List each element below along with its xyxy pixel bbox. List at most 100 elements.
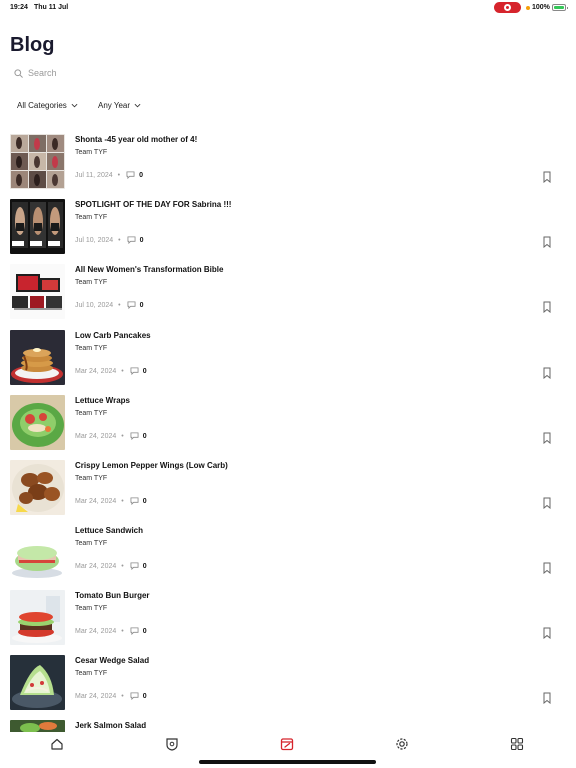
post-thumbnail xyxy=(10,134,65,189)
post-meta: Jul 10, 2024 • 0 xyxy=(75,236,144,244)
post-date: Mar 24, 2024 xyxy=(75,692,117,700)
home-indicator xyxy=(199,760,376,764)
comment-count: 0 xyxy=(139,236,144,244)
post-thumbnail xyxy=(10,395,65,450)
post-date: Mar 24, 2024 xyxy=(75,627,117,635)
post-author: Team TYF xyxy=(75,410,108,417)
comment-count: 0 xyxy=(142,627,147,635)
post-item[interactable]: Crispy Lemon Pepper Wings (Low Carb) Tea… xyxy=(10,460,566,516)
bookmark-icon[interactable] xyxy=(542,497,552,509)
bookmark-icon[interactable] xyxy=(542,301,552,313)
post-title[interactable]: SPOTLIGHT OF THE DAY FOR Sabrina !!! xyxy=(75,200,231,209)
post-author: Team TYF xyxy=(75,149,108,156)
post-author: Team TYF xyxy=(75,279,108,286)
post-item[interactable]: Shonta -45 year old mother of 4! Team TY… xyxy=(10,134,566,190)
home-icon[interactable] xyxy=(49,736,65,752)
post-meta: Mar 24, 2024 • 0 xyxy=(75,627,147,635)
comment-count: 0 xyxy=(142,692,147,700)
bookmark-icon[interactable] xyxy=(542,432,552,444)
blog-icon[interactable] xyxy=(279,736,295,752)
search-input[interactable] xyxy=(28,68,208,78)
year-filter-label: Any Year xyxy=(98,101,131,110)
status-date: Thu 11 Jul xyxy=(34,4,69,11)
post-date: Jul 10, 2024 xyxy=(75,301,114,309)
post-author: Team TYF xyxy=(75,214,108,221)
post-title[interactable]: Lettuce Sandwich xyxy=(75,526,143,535)
post-item[interactable]: All New Women's Transformation Bible Tea… xyxy=(10,264,566,320)
chevron-down-icon xyxy=(134,103,141,108)
post-thumbnail xyxy=(10,330,65,385)
post-item[interactable]: Lettuce Sandwich Team TYF Mar 24, 2024 • … xyxy=(10,525,566,581)
comment-icon xyxy=(130,432,139,440)
search-icon xyxy=(14,68,23,78)
post-meta: Mar 24, 2024 • 0 xyxy=(75,367,147,375)
category-filter-label: All Categories xyxy=(17,101,67,110)
post-title[interactable]: Crispy Lemon Pepper Wings (Low Carb) xyxy=(75,461,228,470)
bookmark-icon[interactable] xyxy=(542,171,552,183)
post-thumbnail xyxy=(10,199,65,254)
post-date: Mar 24, 2024 xyxy=(75,432,117,440)
category-filter[interactable]: All Categories xyxy=(17,101,78,110)
post-item[interactable]: Lettuce Wraps Team TYF Mar 24, 2024 • 0 xyxy=(10,395,566,451)
grid-icon[interactable] xyxy=(509,736,525,752)
post-meta: Jul 11, 2024 • 0 xyxy=(75,171,143,179)
status-time: 19:24 xyxy=(10,4,28,11)
comment-icon xyxy=(130,367,139,375)
post-author: Team TYF xyxy=(75,345,108,352)
post-meta: Jul 10, 2024 • 0 xyxy=(75,301,144,309)
bookmark-icon[interactable] xyxy=(542,562,552,574)
post-title[interactable]: Jerk Salmon Salad xyxy=(75,721,146,730)
comment-count: 0 xyxy=(142,432,147,440)
post-date: Mar 24, 2024 xyxy=(75,497,117,505)
post-item[interactable]: Cesar Wedge Salad Team TYF Mar 24, 2024 •… xyxy=(10,655,566,711)
comment-count: 0 xyxy=(142,367,147,375)
post-thumbnail xyxy=(10,525,65,580)
post-thumbnail xyxy=(10,655,65,710)
screen-record-icon xyxy=(494,2,521,13)
bookmark-icon[interactable] xyxy=(542,692,552,704)
comment-count: 0 xyxy=(139,301,144,309)
shield-icon[interactable] xyxy=(164,736,180,752)
comment-icon xyxy=(127,301,136,309)
comment-count: 0 xyxy=(142,562,147,570)
post-date: Mar 24, 2024 xyxy=(75,367,117,375)
post-item[interactable]: Low Carb Pancakes Team TYF Mar 24, 2024 •… xyxy=(10,330,566,386)
post-meta: Mar 24, 2024 • 0 xyxy=(75,562,147,570)
gear-icon[interactable] xyxy=(394,736,410,752)
post-item[interactable]: Tomato Bun Burger Team TYF Mar 24, 2024 •… xyxy=(10,590,566,646)
post-title[interactable]: All New Women's Transformation Bible xyxy=(75,265,223,274)
page-title: Blog xyxy=(10,34,55,56)
post-author: Team TYF xyxy=(75,475,108,482)
comment-icon xyxy=(130,562,139,570)
post-title[interactable]: Cesar Wedge Salad xyxy=(75,656,149,665)
bookmark-icon[interactable] xyxy=(542,627,552,639)
chevron-down-icon xyxy=(71,103,78,108)
post-title[interactable]: Shonta -45 year old mother of 4! xyxy=(75,135,197,144)
post-thumbnail xyxy=(10,590,65,645)
post-date: Jul 10, 2024 xyxy=(75,236,114,244)
comment-icon xyxy=(127,236,136,244)
comment-count: 0 xyxy=(142,497,147,505)
search-bar[interactable] xyxy=(14,66,214,80)
bookmark-icon[interactable] xyxy=(542,236,552,248)
post-title[interactable]: Lettuce Wraps xyxy=(75,396,130,405)
battery-icon xyxy=(552,4,568,11)
post-author: Team TYF xyxy=(75,540,108,547)
post-title[interactable]: Tomato Bun Burger xyxy=(75,591,150,600)
mic-indicator-icon xyxy=(526,6,530,10)
post-meta: Mar 24, 2024 • 0 xyxy=(75,432,147,440)
post-thumbnail xyxy=(10,264,65,319)
post-author: Team TYF xyxy=(75,605,108,612)
comment-icon xyxy=(126,171,135,179)
comment-count: 0 xyxy=(139,171,143,179)
post-meta: Mar 24, 2024 • 0 xyxy=(75,692,147,700)
post-item[interactable]: SPOTLIGHT OF THE DAY FOR Sabrina !!! Tea… xyxy=(10,199,566,255)
year-filter[interactable]: Any Year xyxy=(98,101,141,110)
battery-percent: 100% xyxy=(532,4,550,11)
status-bar: 19:24 Thu 11 Jul 100% xyxy=(0,0,576,16)
post-author: Team TYF xyxy=(75,670,108,677)
post-date: Jul 11, 2024 xyxy=(75,171,113,179)
post-title[interactable]: Low Carb Pancakes xyxy=(75,331,151,340)
bookmark-icon[interactable] xyxy=(542,367,552,379)
comment-icon xyxy=(130,692,139,700)
